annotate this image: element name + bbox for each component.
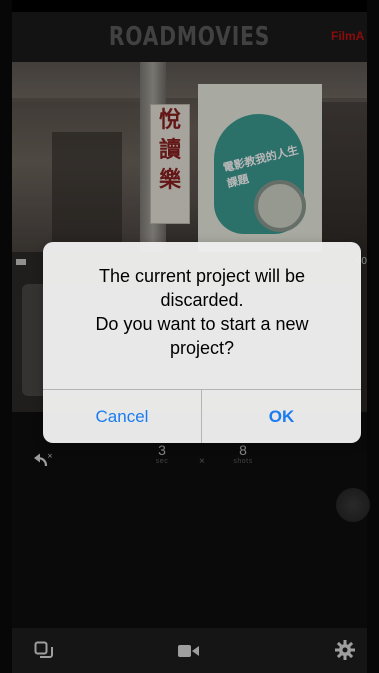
alert-message-line: Do you want to start a new: [95, 314, 309, 334]
alert-message-line: discarded.: [160, 290, 244, 310]
app-screen: ROADMOVIES FilmA 悅 讀 樂 電影教我的人生課題 00 × 3 …: [0, 0, 379, 673]
cancel-button[interactable]: Cancel: [43, 390, 201, 443]
alert-message: The current project will be discarded. D…: [57, 264, 347, 360]
ok-button[interactable]: OK: [202, 390, 361, 443]
discard-project-alert: The current project will be discarded. D…: [43, 242, 361, 443]
alert-message-line: The current project will be: [98, 266, 306, 286]
alert-message-line: project?: [169, 338, 235, 358]
